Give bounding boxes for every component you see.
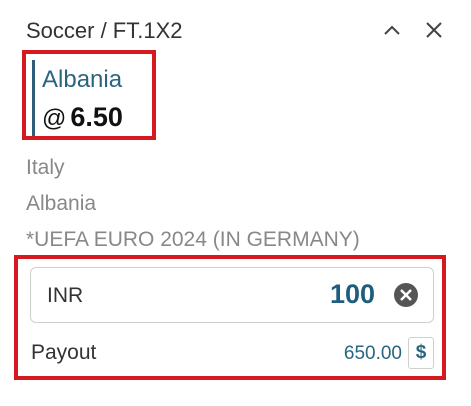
selection-name: Albania — [42, 66, 123, 93]
stake-input[interactable]: INR 100 — [30, 267, 434, 323]
market-title: Soccer / FT.1X2 — [26, 18, 183, 43]
bet-header: Soccer / FT.1X2 — [26, 16, 456, 46]
odds-prefix: @ — [42, 105, 67, 132]
clear-circle-icon — [394, 283, 418, 307]
odds-value: 6.50 — [70, 102, 123, 132]
chevron-up-icon — [384, 25, 400, 35]
clear-stake-button[interactable] — [393, 282, 419, 308]
payout-label: Payout — [31, 341, 97, 364]
event-league: *UEFA EURO 2024 (IN GERMANY) — [26, 228, 360, 251]
payout-value: 650.00 — [343, 343, 402, 364]
stake-currency: INR — [47, 284, 84, 307]
selection-odds: @6.50 — [42, 102, 123, 133]
currency-toggle-button[interactable]: $ — [408, 337, 434, 369]
close-icon — [426, 22, 442, 38]
selection-accent-bar — [32, 60, 35, 136]
selection-highlight: Albania @6.50 — [22, 50, 156, 140]
event-home-team: Italy — [26, 156, 65, 179]
collapse-button[interactable] — [378, 16, 406, 44]
stake-amount[interactable]: 100 — [330, 279, 375, 310]
event-away-team: Albania — [26, 192, 97, 215]
stake-highlight: INR 100 Payout 650.00 $ — [14, 255, 446, 380]
close-button[interactable] — [420, 16, 448, 44]
bet-slip-panel: Soccer / FT.1X2 Albania @6.50 Italy Alba… — [0, 0, 471, 406]
